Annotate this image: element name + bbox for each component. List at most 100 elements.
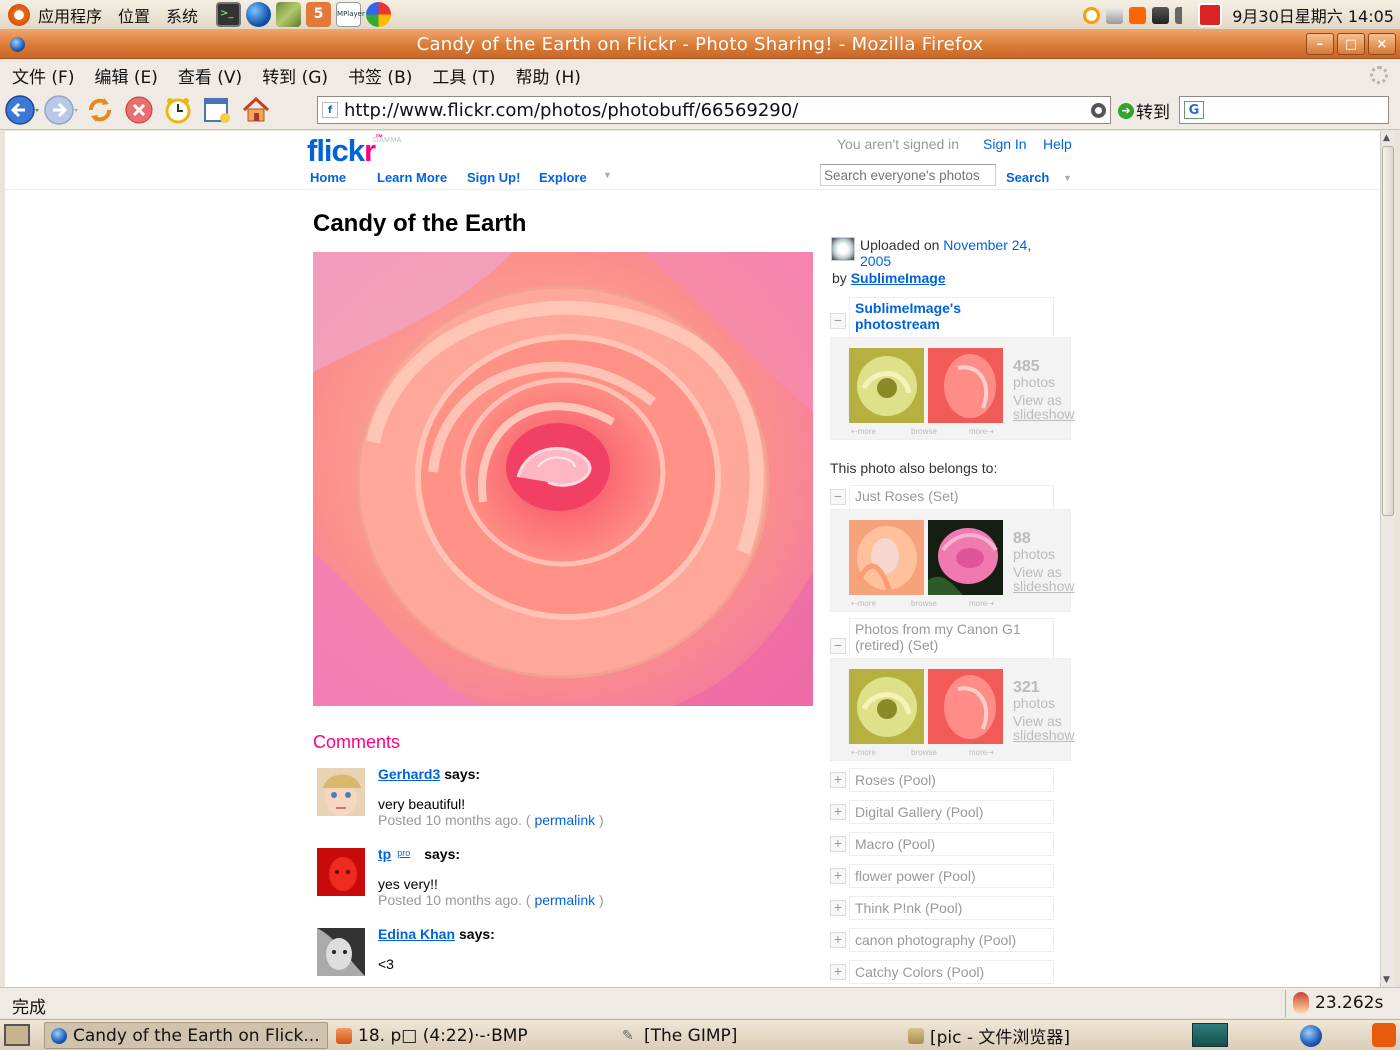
- pool-item[interactable]: + canon photography (Pool): [830, 928, 1060, 952]
- more-next-link[interactable]: more⇢: [969, 748, 994, 757]
- expand-toggle[interactable]: +: [830, 772, 846, 788]
- power-icon[interactable]: [1198, 3, 1223, 27]
- stop-button[interactable]: [122, 93, 156, 127]
- owner-link[interactable]: SublimeImage: [851, 270, 946, 286]
- main-photo[interactable]: [313, 252, 813, 706]
- panel-menu-applications[interactable]: 应用程序: [30, 3, 110, 27]
- pool-title[interactable]: Macro (Pool): [849, 832, 1054, 856]
- notification-icon[interactable]: [1129, 6, 1147, 24]
- show-desktop-icon[interactable]: [4, 1024, 30, 1046]
- new-tab-button[interactable]: [200, 93, 234, 127]
- expand-toggle[interactable]: +: [830, 804, 846, 820]
- search-engine-icon[interactable]: G: [1184, 101, 1204, 119]
- maximize-button[interactable]: □: [1337, 33, 1365, 55]
- workspace-switcher-icon[interactable]: [1300, 1025, 1322, 1047]
- firefox-icon[interactable]: [10, 37, 25, 52]
- window-titlebar[interactable]: Candy of the Earth on Flickr - Photo Sha…: [0, 30, 1400, 59]
- view-as-slideshow[interactable]: View as slideshow: [1013, 714, 1074, 742]
- pool-item[interactable]: + Roses (Pool): [830, 768, 1060, 792]
- pool-item[interactable]: + Think P!nk (Pool): [830, 896, 1060, 920]
- expand-toggle[interactable]: +: [830, 964, 846, 980]
- permalink-link[interactable]: permalink: [534, 892, 595, 908]
- pool-item[interactable]: + flower power (Pool): [830, 864, 1060, 888]
- web-search-box[interactable]: G: [1179, 96, 1389, 124]
- menu-help[interactable]: 帮助 (H): [507, 63, 588, 88]
- help-link[interactable]: Help: [1043, 136, 1072, 152]
- flickr-search-button[interactable]: Search: [1006, 170, 1049, 185]
- terminal-icon[interactable]: >_: [216, 2, 242, 27]
- context-thumb-current[interactable]: [928, 669, 1003, 744]
- menu-edit[interactable]: 编辑 (E): [86, 63, 165, 88]
- expand-toggle[interactable]: +: [830, 900, 846, 916]
- gnome-foot-icon[interactable]: [8, 3, 30, 26]
- url-dropdown-icon[interactable]: [1091, 103, 1106, 118]
- fish-applet-icon[interactable]: [1192, 1023, 1228, 1047]
- collapse-toggle[interactable]: −: [830, 638, 846, 654]
- permalink-link[interactable]: permalink: [534, 812, 595, 828]
- home-button[interactable]: [239, 93, 273, 127]
- avatar[interactable]: [317, 848, 365, 896]
- avatar[interactable]: [317, 928, 365, 976]
- url-text[interactable]: http://www.flickr.com/photos/photobuff/6…: [344, 100, 798, 121]
- fasterfox-icon[interactable]: [1293, 992, 1309, 1014]
- comment-user-link[interactable]: Edina Khan: [378, 926, 455, 942]
- nav-home[interactable]: Home: [310, 170, 346, 185]
- history-button[interactable]: [161, 93, 195, 127]
- search-dropdown-icon[interactable]: ▼: [1063, 173, 1072, 183]
- scroll-up-icon[interactable]: ▲: [1383, 133, 1393, 143]
- menu-bookmarks[interactable]: 书签 (B): [340, 63, 420, 88]
- view-as-slideshow[interactable]: View as slideshow: [1013, 393, 1074, 421]
- scroll-down-icon[interactable]: ▼: [1383, 975, 1393, 985]
- pool-item[interactable]: + Catchy Colors (Pool): [830, 960, 1060, 984]
- sign-in-link[interactable]: Sign In: [983, 136, 1027, 152]
- flickr-search-input[interactable]: [820, 164, 996, 186]
- printer-icon[interactable]: [1106, 6, 1124, 24]
- close-button[interactable]: ×: [1368, 33, 1396, 55]
- pool-item[interactable]: + Digital Gallery (Pool): [830, 800, 1060, 824]
- nav-learn-more[interactable]: Learn More: [377, 170, 447, 185]
- taskbar-item-gimp[interactable]: ✎ [The GIMP]: [616, 1022, 898, 1049]
- panel-menu-places[interactable]: 位置: [110, 3, 158, 27]
- menu-tools[interactable]: 工具 (T): [424, 63, 503, 88]
- owner-buddy-icon[interactable]: [831, 237, 855, 261]
- more-next-link[interactable]: more⇢: [969, 599, 994, 608]
- avatar[interactable]: [317, 768, 365, 816]
- network-icon[interactable]: [1152, 6, 1170, 24]
- pool-title[interactable]: canon photography (Pool): [849, 928, 1054, 952]
- set-title[interactable]: Just Roses (Set): [849, 485, 1054, 509]
- browse-link[interactable]: browse: [911, 427, 937, 436]
- panel-menu-system[interactable]: 系统: [158, 3, 206, 27]
- taskbar-item-firefox[interactable]: Candy of the Earth on Flick...: [44, 1022, 328, 1049]
- html5-icon[interactable]: 5: [306, 2, 332, 27]
- browse-link[interactable]: browse: [911, 599, 937, 608]
- context-thumb-current[interactable]: [928, 520, 1003, 595]
- menu-go[interactable]: 转到 (G): [254, 63, 336, 88]
- expand-toggle[interactable]: +: [830, 836, 846, 852]
- taskbar-item-files[interactable]: [pic - 文件浏览器]: [902, 1022, 1182, 1049]
- volume-icon[interactable]: [1175, 6, 1193, 24]
- pool-title[interactable]: Digital Gallery (Pool): [849, 800, 1054, 824]
- taskbar-item-image[interactable]: 18. p□ (4:22)·-·BMP: [330, 1022, 610, 1049]
- expand-toggle[interactable]: +: [830, 868, 846, 884]
- more-next-link[interactable]: more⇢: [969, 427, 994, 436]
- reload-button[interactable]: [83, 93, 117, 127]
- pool-title[interactable]: Catchy Colors (Pool): [849, 960, 1054, 984]
- forward-button[interactable]: [44, 93, 78, 127]
- mplayer-icon[interactable]: MPlayer: [336, 2, 365, 27]
- expand-toggle[interactable]: +: [830, 932, 846, 948]
- pool-title[interactable]: Roses (Pool): [849, 768, 1054, 792]
- collapse-toggle[interactable]: −: [830, 313, 846, 329]
- context-thumb-prev[interactable]: [849, 348, 924, 423]
- minimize-button[interactable]: –: [1306, 33, 1334, 55]
- comment-user-link[interactable]: tp: [378, 846, 391, 862]
- nav-explore[interactable]: Explore: [539, 170, 587, 185]
- more-prev-link[interactable]: ⇠more: [851, 427, 876, 436]
- go-button[interactable]: ➜ 转到: [1118, 98, 1170, 123]
- pool-title[interactable]: Think P!nk (Pool): [849, 896, 1054, 920]
- context-thumb-prev[interactable]: [849, 520, 924, 595]
- books-icon[interactable]: [276, 2, 302, 27]
- collapse-toggle[interactable]: −: [830, 489, 846, 505]
- panel-clock[interactable]: 9月30日星期六 14:05: [1232, 3, 1394, 27]
- browser-icon[interactable]: [246, 2, 272, 27]
- nav-sign-up[interactable]: Sign Up!: [467, 170, 520, 185]
